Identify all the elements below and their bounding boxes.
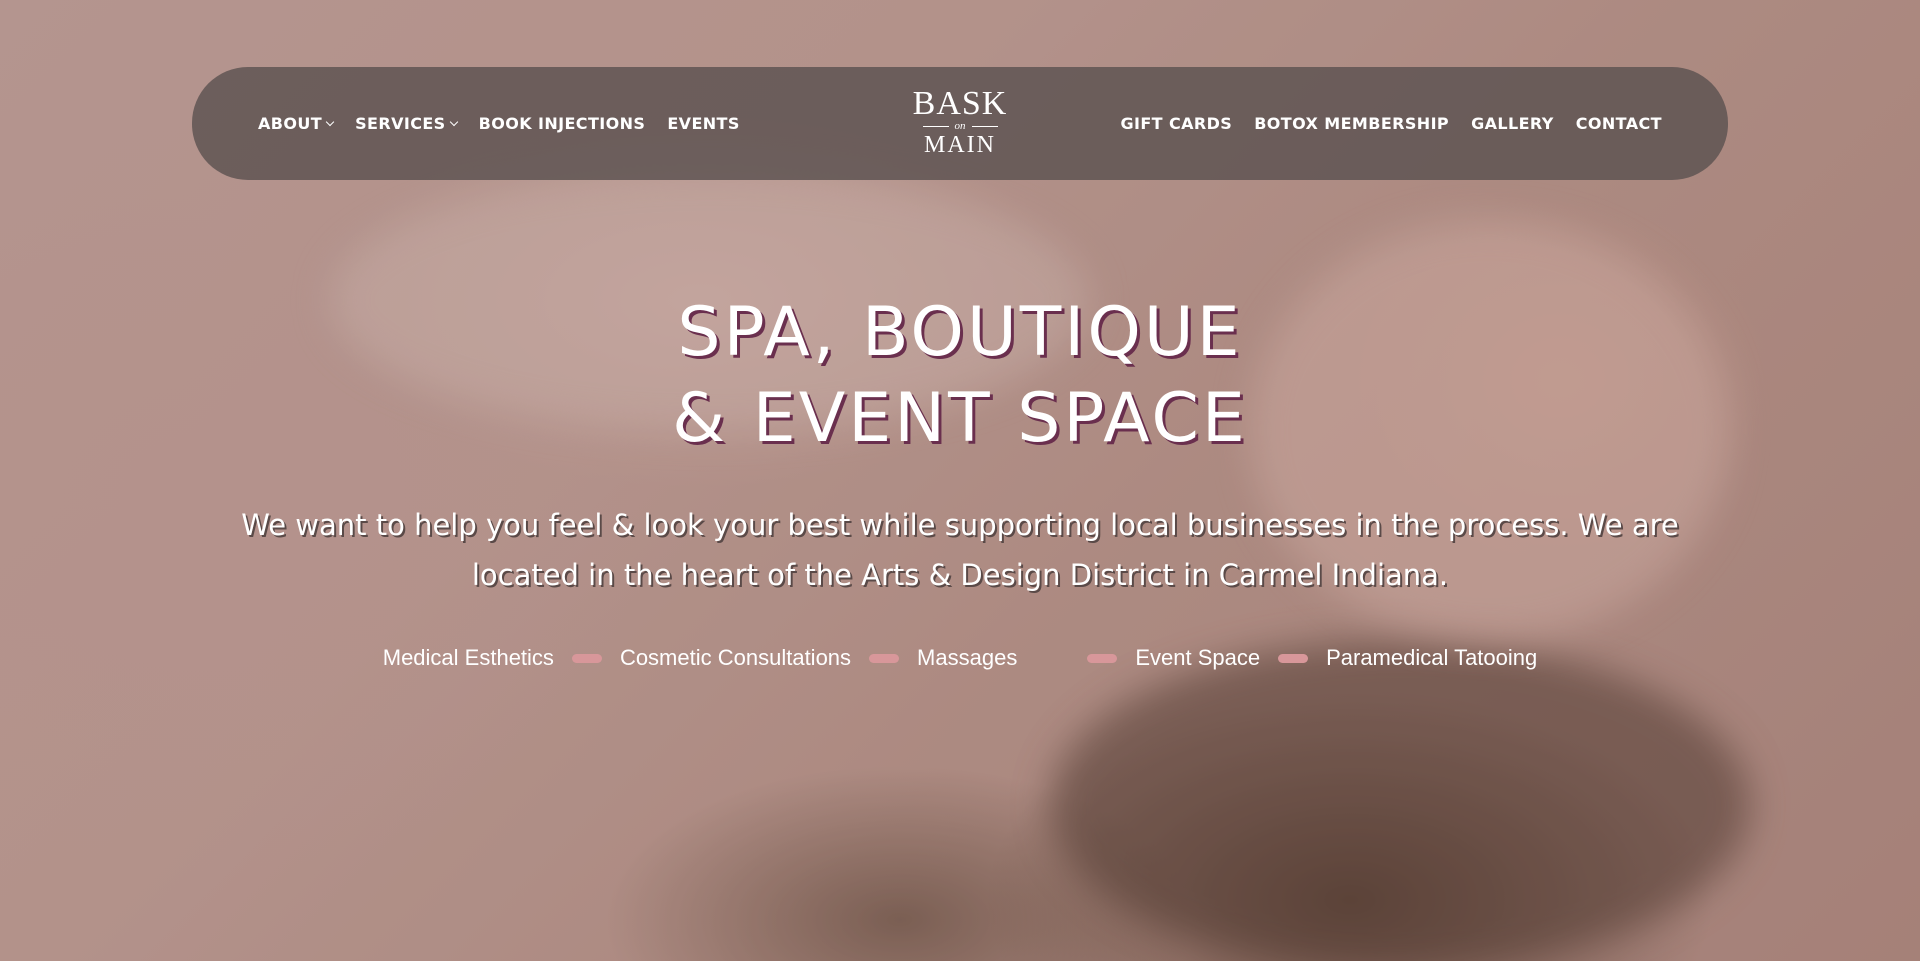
nav-label: ABOUT — [258, 114, 323, 133]
nav-item-book-injections[interactable]: BOOK INJECTIONS — [479, 114, 646, 133]
chevron-down-icon — [325, 117, 335, 127]
nav-right-group: GIFT CARDS BOTOX MEMBERSHIP GALLERY CONT… — [1120, 67, 1662, 180]
nav-label: GALLERY — [1471, 114, 1554, 133]
logo-word-on: on — [954, 120, 966, 132]
subtext-line-1: We want to help you feel & look your bes… — [241, 508, 1679, 542]
logo-text-top: BASK — [912, 85, 1008, 122]
nav-item-gift-cards[interactable]: GIFT CARDS — [1120, 114, 1232, 133]
nav-item-contact[interactable]: CONTACT — [1576, 114, 1662, 133]
nav-label: CONTACT — [1575, 114, 1662, 133]
main-navbar: ABOUT SERVICES BOOK INJECTIONS EVENTS BA… — [192, 67, 1728, 180]
separator-dash — [1087, 653, 1118, 663]
nav-label: GIFT CARDS — [1120, 114, 1233, 133]
logo-text-bottom: MAIN — [924, 132, 996, 158]
nav-item-services[interactable]: SERVICES — [355, 114, 458, 133]
hero-section: ABOUT SERVICES BOOK INJECTIONS EVENTS BA… — [0, 0, 1920, 961]
nav-item-events[interactable]: EVENTS — [667, 114, 739, 133]
service-event-space: Event Space — [1135, 645, 1261, 670]
nav-left-group: ABOUT SERVICES BOOK INJECTIONS EVENTS — [258, 67, 740, 180]
separator-dash — [1278, 653, 1309, 663]
nav-item-gallery[interactable]: GALLERY — [1471, 114, 1554, 133]
subtext-line-2: located in the heart of the Arts & Desig… — [471, 558, 1449, 592]
nav-item-about[interactable]: ABOUT — [258, 114, 335, 133]
service-massages: Massages — [917, 645, 1018, 670]
nav-label: BOTOX MEMBERSHIP — [1254, 114, 1450, 133]
services-list: Medical Esthetics Cosmetic Consultations… — [0, 645, 1920, 671]
nav-label: EVENTS — [667, 114, 740, 133]
hero-headline: SPA, BOUTIQUE & EVENT SPACE — [0, 290, 1920, 462]
service-cosmetic-consultations: Cosmetic Consultations — [619, 645, 852, 670]
logo-text-middle: on — [890, 120, 1030, 132]
logo-rule-left — [922, 125, 949, 127]
headline-line-2: & EVENT SPACE — [672, 379, 1248, 458]
service-paramedical-tatooing: Paramedical Tatooing — [1326, 645, 1538, 670]
site-logo[interactable]: BASK on MAIN — [890, 85, 1030, 158]
nav-item-botox-membership[interactable]: BOTOX MEMBERSHIP — [1254, 114, 1449, 133]
service-medical-esthetics: Medical Esthetics — [382, 645, 554, 670]
headline-line-1: SPA, BOUTIQUE — [677, 293, 1243, 372]
nav-label: BOOK INJECTIONS — [478, 114, 646, 133]
logo-rule-right — [971, 125, 998, 127]
separator-dash — [869, 653, 900, 663]
nav-label: SERVICES — [355, 114, 446, 133]
hero-subtext: We want to help you feel & look your bes… — [180, 500, 1740, 600]
chevron-down-icon — [449, 117, 458, 127]
separator-dash — [571, 653, 602, 663]
